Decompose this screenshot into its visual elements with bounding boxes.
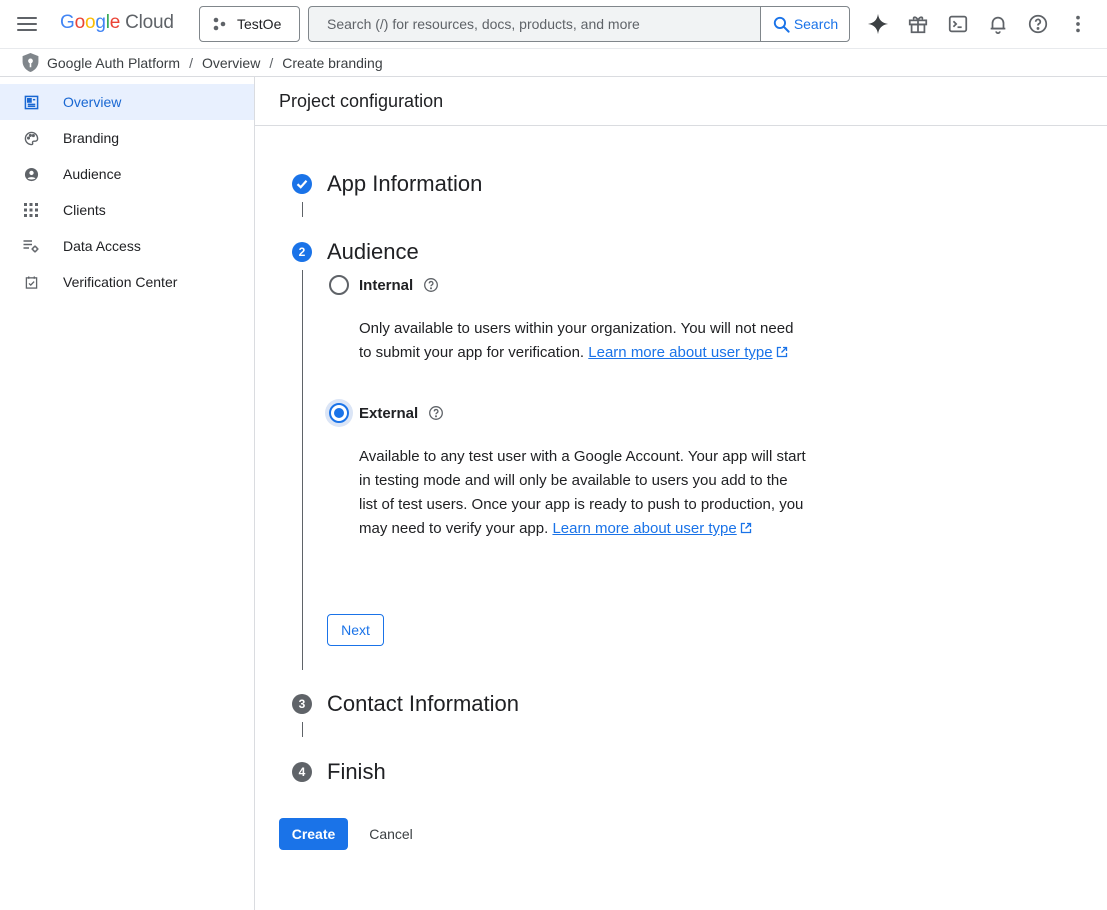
breadcrumb-separator: /: [269, 54, 274, 71]
step-title: App Information: [327, 171, 483, 196]
search-button[interactable]: Search: [760, 7, 849, 41]
search-bar: Search: [308, 6, 850, 42]
step-contact-information[interactable]: 3 Contact Information: [292, 691, 519, 717]
project-picker-button[interactable]: TestOe: [199, 6, 300, 42]
breadcrumb-overview[interactable]: Overview: [202, 55, 260, 71]
sidebar-item-branding[interactable]: Branding: [0, 120, 254, 156]
step-audience[interactable]: 2 Audience: [292, 239, 419, 265]
step-app-information[interactable]: App Information: [292, 171, 482, 197]
project-name: TestOe: [237, 16, 282, 32]
step-title: Finish: [327, 759, 386, 784]
radio-external[interactable]: External: [329, 403, 444, 423]
step-connector: [302, 202, 303, 217]
external-description: Available to any test user with a Google…: [359, 448, 806, 537]
sidebar-item-label: Verification Center: [63, 274, 178, 290]
radio-label: Internal: [359, 276, 414, 294]
google-cloud-logo[interactable]: Google Cloud: [60, 12, 174, 34]
breadcrumb: Google Auth Platform / Overview / Create…: [0, 48, 1107, 77]
gift-icon[interactable]: [906, 12, 930, 36]
step-number: 3: [292, 694, 312, 714]
person-icon: [23, 166, 39, 182]
apps-grid-icon: [23, 202, 39, 218]
sidebar: Overview Branding Audience Clients Data …: [0, 77, 255, 910]
step-title: Audience: [327, 239, 419, 264]
top-bar: Google Cloud TestOe Search: [0, 0, 1107, 48]
project-icon: [213, 17, 226, 31]
sidebar-item-label: Clients: [63, 202, 106, 218]
sidebar-item-label: Data Access: [63, 238, 141, 254]
notifications-icon[interactable]: [986, 12, 1010, 36]
learn-more-link[interactable]: Learn more about user type: [552, 520, 736, 537]
sidebar-item-overview[interactable]: Overview: [0, 84, 254, 120]
data-access-icon: [23, 238, 39, 254]
step-connector: [302, 270, 303, 670]
step-number: 4: [292, 762, 312, 782]
internal-description: Only available to users within your orga…: [359, 320, 794, 361]
palette-icon: [23, 130, 39, 146]
radio-button-selected[interactable]: [329, 403, 349, 423]
external-link-icon: [776, 346, 787, 358]
search-input[interactable]: [309, 7, 760, 41]
hamburger-menu-icon[interactable]: [14, 11, 40, 37]
create-button[interactable]: Create: [279, 818, 348, 850]
sidebar-item-label: Audience: [63, 166, 122, 182]
gemini-icon[interactable]: [866, 12, 890, 36]
help-icon[interactable]: [428, 405, 444, 421]
breadcrumb-create-branding: Create branding: [282, 54, 383, 71]
radio-label: External: [359, 404, 419, 422]
sidebar-item-data-access[interactable]: Data Access: [0, 228, 254, 264]
dashboard-icon: [23, 94, 39, 110]
learn-more-link[interactable]: Learn more about user type: [588, 344, 772, 361]
next-button[interactable]: Next: [327, 614, 384, 646]
step-title: Contact Information: [327, 691, 519, 716]
step-number: 2: [292, 242, 312, 262]
sidebar-item-label: Overview: [63, 94, 122, 110]
page-title: Project configuration: [255, 77, 1107, 126]
external-link-icon: [740, 522, 751, 534]
radio-button[interactable]: [329, 275, 349, 295]
sidebar-item-audience[interactable]: Audience: [0, 156, 254, 192]
cloud-shell-icon[interactable]: [946, 12, 970, 36]
step-finish[interactable]: 4 Finish: [292, 759, 386, 785]
breadcrumb-auth-platform[interactable]: Google Auth Platform: [47, 55, 180, 71]
breadcrumb-separator: /: [189, 54, 193, 71]
shield-icon: [22, 53, 39, 72]
radio-internal[interactable]: Internal: [329, 275, 439, 295]
sidebar-item-verification-center[interactable]: Verification Center: [0, 264, 254, 300]
search-icon: [773, 16, 790, 33]
verification-icon: [23, 274, 39, 290]
sidebar-item-clients[interactable]: Clients: [0, 192, 254, 228]
more-vert-icon[interactable]: [1066, 12, 1090, 36]
cancel-button[interactable]: Cancel: [356, 818, 426, 850]
help-icon[interactable]: [1026, 12, 1050, 36]
sidebar-item-label: Branding: [63, 130, 120, 146]
step-connector: [302, 722, 303, 737]
help-icon[interactable]: [423, 277, 439, 293]
check-circle-icon: [292, 174, 312, 194]
